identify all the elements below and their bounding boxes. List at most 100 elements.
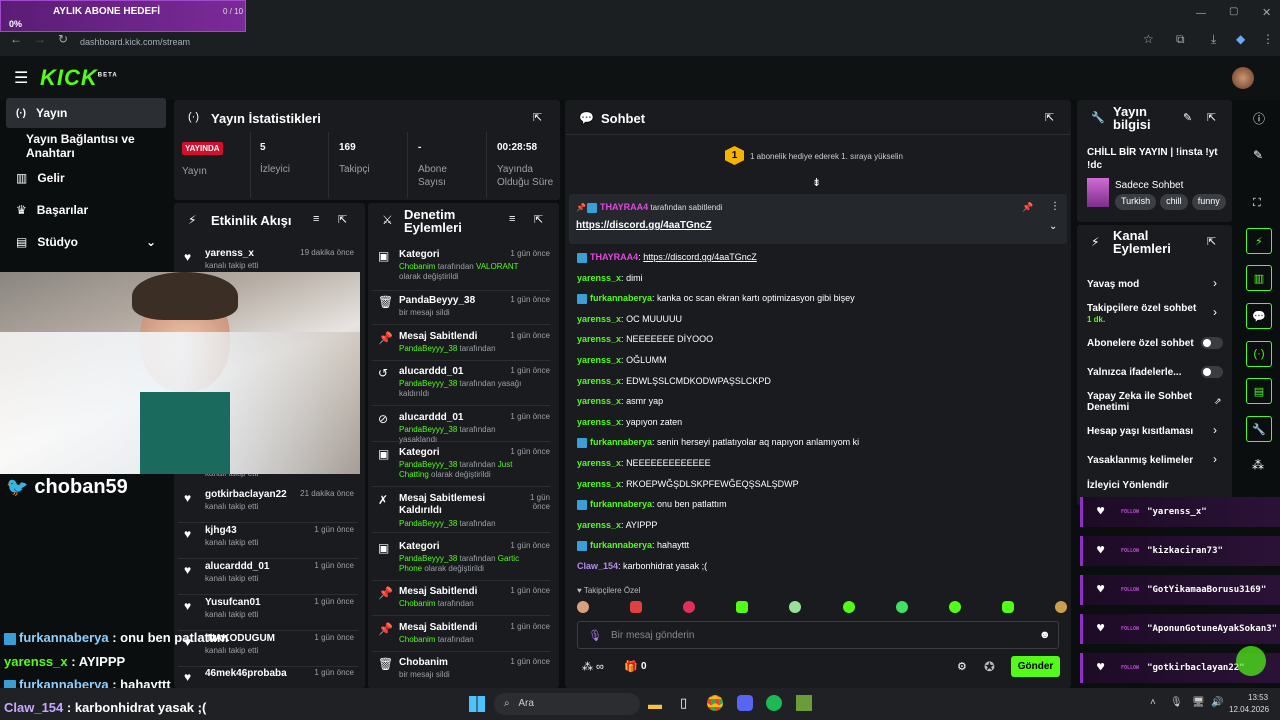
volume-icon[interactable]: 🔊 [1211,697,1223,708]
chat-username[interactable]: yarenss_x [577,458,621,468]
chat-username[interactable]: Claw_154 [577,561,618,571]
subscribers-only-toggle[interactable] [1201,337,1223,349]
rail-chat-icon[interactable]: 💬 [1246,303,1272,329]
chat-username[interactable]: THAYRAA4 [590,252,638,262]
chat-username[interactable]: furkannaberya [590,437,652,447]
sidebar-item-basarilar[interactable]: ♛ Başarılar [6,195,166,225]
menu-dots-icon[interactable]: ⋮ [1262,32,1274,46]
sidebar-item-studyo[interactable]: ▤ Stüdyo ⌄ [6,227,166,257]
emote[interactable] [630,601,643,613]
chat-input-box[interactable]: 🎙 Bir mesaj gönderin ☻ [577,621,1059,649]
edit-icon[interactable]: ✎ [1253,148,1263,162]
tag[interactable]: chill [1160,194,1188,210]
popout-icon[interactable]: ⇱ [533,111,542,124]
badge-icon[interactable]: ✪ [984,659,995,675]
discord-icon[interactable] [737,695,753,711]
emote[interactable] [895,601,908,613]
sidebar-item-stream-key[interactable]: Yayın Bağlantısı ve Anahtarı [6,131,166,161]
emote[interactable] [1001,601,1014,613]
pinned-link[interactable]: https://discord.gg/4aaTGncZ [576,220,712,231]
bookmark-star-icon[interactable]: ☆ [1143,32,1154,46]
kick-logo[interactable]: KICKBETA [40,65,118,91]
download-icon[interactable]: ⤓ [1211,32,1216,47]
edit-icon[interactable]: ✎ [1183,111,1192,124]
emotes-only-toggle[interactable] [1201,366,1223,378]
emote[interactable] [842,601,855,613]
gift-icon[interactable]: 🎁 [624,660,638,673]
chevron-right-icon[interactable]: › [1213,423,1217,437]
action-banned-words[interactable]: Yasaklanmış kelimeler [1087,455,1227,466]
reload-icon[interactable]: ↻ [58,32,68,46]
extension-icon[interactable]: ◆ [1236,32,1245,46]
sidebar-item-gelir[interactable]: ▥ Gelir [6,163,166,193]
add-widget-icon[interactable]: ⁂ [1252,458,1264,472]
taskbar-search[interactable]: ⌕ Ara [494,693,640,715]
tray-chevron-icon[interactable]: ˄ [1150,697,1156,708]
rail-mod-icon[interactable]: ▤ [1246,378,1272,404]
external-link-icon[interactable]: ⇗ [1214,396,1222,407]
gift-prompt[interactable]: 1 abonelik hediye ederek 1. sıraya yükse… [750,152,903,161]
action-account-age[interactable]: Hesap yaşı kısıtlaması [1087,426,1227,437]
popout-icon[interactable]: ⇱ [1207,111,1216,124]
unpin-icon[interactable]: 📌 [1022,202,1033,213]
chat-username[interactable]: furkannaberya [590,499,652,509]
chat-username[interactable]: furkannaberya [590,293,652,303]
chat-text[interactable]: https://discord.gg/4aaTGncZ [643,252,757,262]
popout-icon[interactable]: ⇱ [338,213,347,226]
chrome-icon[interactable] [707,695,723,711]
emoji-icon[interactable]: ☻ [1039,629,1051,641]
maximize-icon[interactable]: ▢ [1229,6,1238,17]
filter-icon[interactable]: ≡ [313,213,319,225]
rail-broadcast-icon[interactable]: (·) [1246,341,1272,367]
back-icon[interactable]: ← [10,32,22,46]
emote[interactable] [736,601,749,613]
send-button[interactable]: Gönder [1011,656,1060,677]
popout-icon[interactable]: ⇱ [1045,111,1054,124]
chat-username[interactable]: yarenss_x [577,334,621,344]
rail-stats-icon[interactable]: ▥ [1246,265,1272,291]
filter-icon[interactable]: ≡ [509,213,515,225]
points-icon[interactable]: ⁂ ∞ [582,660,604,673]
chat-username[interactable]: yarenss_x [577,520,621,530]
category-name[interactable]: Sadece Sohbet [1115,180,1183,191]
close-icon[interactable]: ✕ [1262,6,1271,19]
emote[interactable] [577,601,589,613]
chat-username[interactable]: yarenss_x [577,273,621,283]
chat-username[interactable]: yarenss_x [577,396,621,406]
network-icon[interactable]: 🖥 [1192,697,1205,708]
popout-icon[interactable]: ⇱ [1207,235,1216,248]
fullscreen-icon[interactable]: ⛶ [1253,197,1261,210]
sidebar-item-yayin[interactable]: (·) Yayın [6,98,166,128]
avatar[interactable] [1232,67,1254,89]
action-followers-only[interactable]: Takipçilere özel sohbet [1087,303,1227,314]
file-explorer-icon[interactable]: ▬ [648,696,662,712]
emote[interactable] [683,601,696,613]
chevron-right-icon[interactable]: › [1213,305,1217,319]
popout-icon[interactable]: ⇱ [534,213,543,226]
minecraft-icon[interactable] [796,695,812,711]
forward-icon[interactable]: → [34,32,46,46]
chat-username[interactable]: yarenss_x [577,479,621,489]
chat-username[interactable]: yarenss_x [577,355,621,365]
tag[interactable]: funny [1191,194,1226,210]
rail-wrench-icon[interactable]: 🔧 [1246,416,1272,442]
action-ai-moderation[interactable]: Yapay Zeka ile Sohbet Denetimi [1087,391,1197,413]
chevron-down-icon[interactable]: ⌄ [1049,221,1057,232]
chevron-right-icon[interactable]: › [1213,276,1217,290]
more-icon[interactable]: ⋮ [1050,201,1060,212]
emote[interactable] [789,601,802,613]
extensions-icon[interactable]: ⧉ [1176,32,1185,47]
chevron-right-icon[interactable]: › [1213,452,1217,466]
hamburger-menu-icon[interactable]: ☰ [14,68,28,88]
chat-username[interactable]: furkannaberya [590,540,652,550]
emote[interactable] [948,601,961,613]
minimize-icon[interactable]: — [1196,8,1206,19]
action-host[interactable]: İzleyici Yönlendir [1087,480,1227,491]
settings-icon[interactable]: ⚙ [957,660,967,673]
chat-username[interactable]: yarenss_x [577,376,621,386]
chat-username[interactable]: yarenss_x [577,417,621,427]
notepad-icon[interactable]: ▯ [680,695,687,711]
mic-tray-icon[interactable]: 🎙 [1170,697,1183,708]
rail-lightning-icon[interactable]: ⚡ [1246,228,1272,254]
address-bar[interactable]: dashboard.kick.com/stream [80,32,1170,52]
